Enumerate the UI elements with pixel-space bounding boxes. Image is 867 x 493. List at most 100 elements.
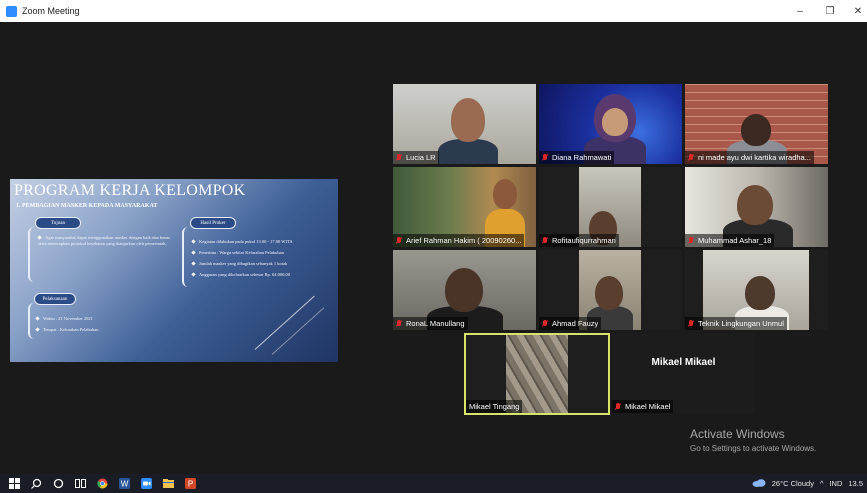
input-language[interactable]: IND (829, 479, 842, 488)
participant-tile[interactable]: Muhammad Ashar_18 (685, 167, 828, 247)
participant-tile[interactable]: Ahmad Fauzy (539, 250, 682, 330)
svg-text:W: W (120, 480, 128, 489)
participant-name: RonaL Manullang (406, 319, 465, 328)
person-silhouette (451, 98, 485, 142)
muted-mic-icon (396, 319, 402, 328)
close-button[interactable]: ✕ (841, 0, 867, 22)
zoom-logo-icon (6, 5, 17, 17)
participant-tile[interactable]: Diana Rahmawati (539, 84, 682, 164)
muted-mic-icon (542, 319, 548, 328)
muted-mic-icon (688, 319, 694, 328)
chrome-icon[interactable] (96, 478, 108, 490)
tujuan-pill: Tujuan (35, 217, 81, 229)
waktu-text: Waktu : 21 November 2021 (35, 316, 176, 322)
participant-namebar: Rofitaufiqurrahman (539, 234, 619, 247)
participant-namebar: Arief Rahman Hakim ( 20090260... (393, 234, 525, 247)
participant-name: Ahmad Fauzy (552, 319, 599, 328)
person-silhouette (745, 276, 775, 310)
person-silhouette (438, 139, 498, 164)
title-bar: Zoom Meeting – ❐ ✕ (0, 0, 867, 22)
bullet-icon (191, 239, 196, 245)
participant-namebar: ni made ayu dwi kartika wiradha... (685, 151, 814, 164)
zoom-taskbar-icon[interactable] (140, 478, 152, 490)
muted-mic-icon (396, 153, 402, 162)
person-silhouette (602, 108, 628, 136)
tempat-text: Tempat : Kelurahan Pelabuhan (35, 327, 176, 333)
cloudy-weather-icon[interactable] (752, 478, 766, 489)
participant-name: Muhammad Ashar_18 (698, 236, 772, 245)
hasil-item: Penerima : Warga sekitar Kelurahan Pelab… (191, 250, 338, 256)
search-icon[interactable] (30, 478, 42, 490)
person-silhouette (737, 185, 773, 225)
active-speaker-tile[interactable]: Mikael Tingang (464, 333, 610, 415)
participant-namebar: RonaL Manullang (393, 317, 468, 330)
watermark-title: Activate Windows (690, 427, 785, 441)
muted-mic-icon (688, 236, 694, 245)
participant-tile[interactable]: Lucia LR (393, 84, 536, 164)
participant-tile[interactable]: Teknik Lingkungan Unmul (685, 250, 828, 330)
muted-mic-icon (542, 153, 548, 162)
participant-namebar: Ahmad Fauzy (539, 317, 602, 330)
pelaksanaan-pill: Pelaksanaan (34, 293, 76, 305)
shared-screen-slide[interactable]: PROGRAM KERJA KELOMPOK 1. PEMBAGIAN MASK… (10, 179, 338, 362)
bullet-icon (191, 272, 196, 278)
bullet-icon (35, 327, 40, 333)
powerpoint-icon[interactable]: P (184, 478, 196, 490)
participant-name: Diana Rahmawati (552, 153, 612, 162)
participant-namebar: Mikael Tingang (466, 400, 523, 413)
hasil-item: Kegiatan dilakukan pada pukul 13.00 - 17… (191, 239, 338, 245)
person-silhouette (595, 276, 623, 310)
muted-mic-icon (396, 236, 402, 245)
muted-mic-icon (542, 236, 548, 245)
bullet-icon (191, 250, 196, 256)
participant-namebar: Lucia LR (393, 151, 439, 164)
participant-name: Arief Rahman Hakim ( 20090260... (406, 236, 522, 245)
decorative-line (271, 307, 325, 355)
hasil-item: Anggaran yang dikeluarkan sebesar Rp. 64… (191, 272, 338, 278)
meeting-area: PROGRAM KERJA KELOMPOK 1. PEMBAGIAN MASK… (0, 22, 867, 474)
participant-tile[interactable]: Rofitaufiqurrahman (539, 167, 682, 247)
system-tray: 26°C Cloudy ^ IND 13.5 (752, 474, 863, 493)
minimize-button[interactable]: – (783, 0, 817, 22)
person-silhouette (493, 179, 517, 209)
person-silhouette (741, 114, 771, 146)
participant-name: Teknik Lingkungan Unmul (698, 319, 784, 328)
svg-text:P: P (187, 480, 192, 489)
participant-name: ni made ayu dwi kartika wiradha... (698, 153, 811, 162)
hasil-pill: Hasil Proker (190, 217, 236, 229)
participant-tile[interactable]: Mikael Mikael Mikael Mikael (612, 333, 755, 413)
participant-namebar: Diana Rahmawati (539, 151, 615, 164)
participant-tile[interactable]: Arief Rahman Hakim ( 20090260... (393, 167, 536, 247)
participant-namebar: Teknik Lingkungan Unmul (685, 317, 787, 330)
cortana-icon[interactable] (52, 478, 64, 490)
muted-mic-icon (688, 153, 694, 162)
windows-start-icon[interactable] (8, 478, 20, 490)
hasil-item: Jumlah masker yang dibagikan sebanyak 1 … (191, 261, 338, 267)
participant-tile[interactable]: RonaL Manullang (393, 250, 536, 330)
participant-namebar: Mikael Mikael (612, 400, 674, 413)
bullet-icon (191, 261, 196, 267)
activate-windows-watermark: Activate Windows Go to Settings to activ… (690, 427, 816, 453)
slide-subheading: 1. PEMBAGIAN MASKER KEPADA MASYARAKAT (16, 203, 158, 209)
bullet-icon (35, 316, 40, 322)
weather-text[interactable]: 26°C Cloudy (772, 479, 814, 488)
participant-namebar: Muhammad Ashar_18 (685, 234, 775, 247)
tujuan-text: Agar masyarakat dapat menggunakan masker… (37, 235, 170, 246)
participant-name: Rofitaufiqurrahman (552, 236, 616, 245)
bullet-icon (37, 235, 42, 241)
watermark-subtitle: Go to Settings to activate Windows. (690, 444, 817, 453)
word-icon[interactable]: W (118, 478, 130, 490)
tujuan-bracket (28, 227, 38, 282)
participant-tile[interactable]: ni made ayu dwi kartika wiradha... (685, 84, 828, 164)
window-title: Zoom Meeting (22, 6, 80, 16)
slide-heading: PROGRAM KERJA KELOMPOK (14, 182, 246, 199)
muted-mic-icon (615, 402, 621, 411)
clock[interactable]: 13.5 (848, 479, 863, 488)
participant-display-name: Mikael Mikael (651, 357, 716, 368)
file-explorer-icon[interactable] (162, 478, 174, 490)
hasil-bracket (182, 227, 192, 287)
person-silhouette (445, 268, 483, 312)
tray-chevron-icon[interactable]: ^ (820, 479, 824, 488)
taskbar: W P 26°C Cloudy ^ IND 13.5 (0, 474, 867, 493)
task-view-icon[interactable] (74, 478, 86, 490)
